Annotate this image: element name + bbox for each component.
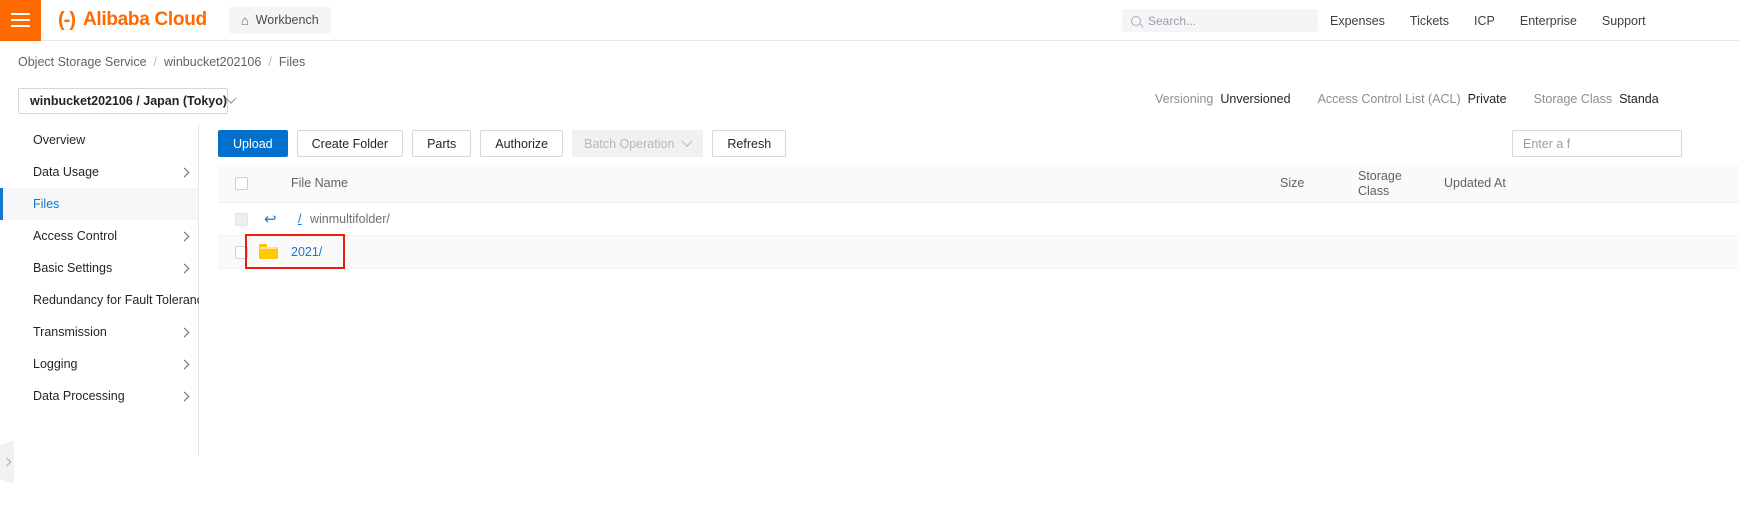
- workbench-label: Workbench: [255, 13, 319, 27]
- chevron-down-icon: [225, 92, 237, 104]
- files-main-panel: Upload Create Folder Parts Authorize Bat…: [199, 124, 1739, 528]
- chevron-right-icon: [179, 167, 190, 177]
- sidebar-item-label: Data Usage: [33, 165, 100, 179]
- file-name-filter-placeholder: Enter a f: [1523, 136, 1571, 151]
- sidebar-item-files[interactable]: Files: [0, 188, 198, 220]
- bucket-selector-label: winbucket202106 / Japan (Tokyo): [30, 94, 228, 108]
- topnav-item-expenses[interactable]: Expenses: [1330, 14, 1385, 28]
- row-checkbox[interactable]: [235, 245, 248, 259]
- chevron-right-icon: [179, 231, 190, 241]
- chevron-right-icon: [179, 263, 190, 273]
- top-nav-links: Expenses Tickets ICP Enterprise Support: [1330, 0, 1646, 41]
- create-folder-button[interactable]: Create Folder: [296, 130, 404, 157]
- chevron-right-icon: [179, 391, 190, 401]
- sidebar-item-label: Logging: [33, 357, 78, 371]
- batch-operation-label: Batch Operation: [584, 136, 675, 151]
- column-header-storage-class: Storage Class: [1358, 168, 1402, 198]
- global-search-input[interactable]: Search...: [1122, 9, 1318, 32]
- hamburger-menu-icon[interactable]: [0, 0, 41, 41]
- chevron-down-icon: [681, 135, 694, 147]
- sidebar-item-access-control[interactable]: Access Control: [0, 220, 198, 252]
- alibaba-cloud-logo[interactable]: (-) Alibaba Cloud: [58, 9, 207, 31]
- column-header-size: Size: [1280, 176, 1305, 191]
- table-row-parent-directory[interactable]: ↩ / winmultifolder/: [218, 203, 1739, 236]
- versioning-label: Versioning: [1155, 92, 1214, 106]
- sidebar-item-data-usage[interactable]: Data Usage: [0, 156, 198, 188]
- bucket-meta-summary: Versioning Unversioned Access Control Li…: [1155, 92, 1659, 106]
- parent-directory-name[interactable]: winmultifolder/: [310, 212, 390, 226]
- sidebar-item-label: Basic Settings: [33, 261, 113, 275]
- breadcrumb-item-files: Files: [278, 55, 306, 69]
- sidebar-item-basic-settings[interactable]: Basic Settings: [0, 252, 198, 284]
- sidebar-item-overview[interactable]: Overview: [0, 124, 198, 156]
- search-icon: [1131, 15, 1141, 26]
- acl-label: Access Control List (ACL): [1317, 92, 1461, 106]
- chevron-right-icon: [179, 327, 190, 337]
- sidebar-item-label: Transmission: [33, 325, 107, 339]
- column-header-updated-at: Updated At: [1444, 176, 1506, 191]
- column-header-file-name: File Name: [291, 176, 348, 191]
- global-search-placeholder: Search...: [1148, 13, 1197, 28]
- chevron-right-icon: [2, 457, 12, 467]
- parts-button[interactable]: Parts: [412, 130, 472, 157]
- alibaba-cloud-mark-icon: (-): [58, 9, 76, 31]
- hamburger-bar: [11, 19, 30, 21]
- hamburger-bar: [11, 13, 30, 15]
- storage-class-value: Standa: [1619, 92, 1659, 106]
- select-all-checkbox[interactable]: [235, 177, 248, 190]
- upload-button[interactable]: Upload: [218, 130, 288, 157]
- topnav-item-tickets[interactable]: Tickets: [1410, 14, 1449, 28]
- bucket-sidebar: Overview Data Usage Files Access Control…: [0, 124, 219, 456]
- folder-lip: [260, 246, 277, 249]
- authorize-button[interactable]: Authorize: [480, 130, 564, 157]
- folder-icon[interactable]: [259, 244, 278, 259]
- sidebar-item-label: Files: [33, 197, 60, 211]
- topnav-item-enterprise[interactable]: Enterprise: [1520, 14, 1577, 28]
- folder-name-link[interactable]: 2021/: [291, 245, 322, 259]
- batch-operation-dropdown: Batch Operation: [572, 130, 704, 157]
- breadcrumb-separator: /: [268, 55, 272, 69]
- versioning-value: Unversioned: [1220, 92, 1291, 106]
- workbench-button[interactable]: ⌂ Workbench: [228, 6, 331, 34]
- files-table: File Name Size Storage Class Updated At …: [218, 165, 1739, 269]
- sidebar-item-label: Access Control: [33, 229, 118, 243]
- breadcrumb: Object Storage Service / winbucket202106…: [18, 55, 305, 69]
- hamburger-bar: [11, 25, 30, 27]
- sidebar-item-label: Data Processing: [33, 389, 125, 403]
- topnav-item-icp[interactable]: ICP: [1474, 14, 1495, 28]
- sidebar-item-label: Overview: [33, 133, 86, 147]
- chevron-right-icon: [179, 359, 190, 369]
- home-icon: ⌂: [240, 12, 249, 28]
- breadcrumb-separator: /: [153, 55, 158, 69]
- breadcrumb-item-oss[interactable]: Object Storage Service: [18, 55, 147, 69]
- acl-value: Private: [1467, 92, 1507, 106]
- file-name-filter-input[interactable]: Enter a f: [1512, 130, 1682, 157]
- sidebar-item-transmission[interactable]: Transmission: [0, 316, 198, 348]
- files-toolbar: Upload Create Folder Parts Authorize Bat…: [218, 130, 787, 157]
- table-header-row: File Name Size Storage Class Updated At: [218, 165, 1739, 203]
- breadcrumb-item-bucket[interactable]: winbucket202106: [164, 55, 261, 69]
- topnav-item-support[interactable]: Support: [1602, 14, 1646, 28]
- refresh-button[interactable]: Refresh: [712, 130, 787, 157]
- storage-class-label: Storage Class: [1533, 92, 1613, 106]
- sidebar-item-label: Redundancy for Fault Tolerance: [33, 293, 210, 307]
- brand-name: Alibaba Cloud: [82, 9, 207, 30]
- table-row[interactable]: 2021/: [218, 234, 1739, 269]
- root-slash-icon[interactable]: /: [298, 212, 301, 226]
- sidebar-item-logging[interactable]: Logging: [0, 348, 198, 380]
- back-arrow-icon[interactable]: ↩: [264, 212, 277, 227]
- bucket-selector-dropdown[interactable]: winbucket202106 / Japan (Tokyo): [18, 88, 237, 114]
- sidebar-collapse-handle[interactable]: [0, 440, 14, 484]
- sidebar-item-redundancy-for-fault-tolerance[interactable]: Redundancy for Fault Tolerance: [0, 284, 219, 316]
- row-checkbox: [235, 212, 248, 226]
- sidebar-item-data-processing[interactable]: Data Processing: [0, 380, 198, 412]
